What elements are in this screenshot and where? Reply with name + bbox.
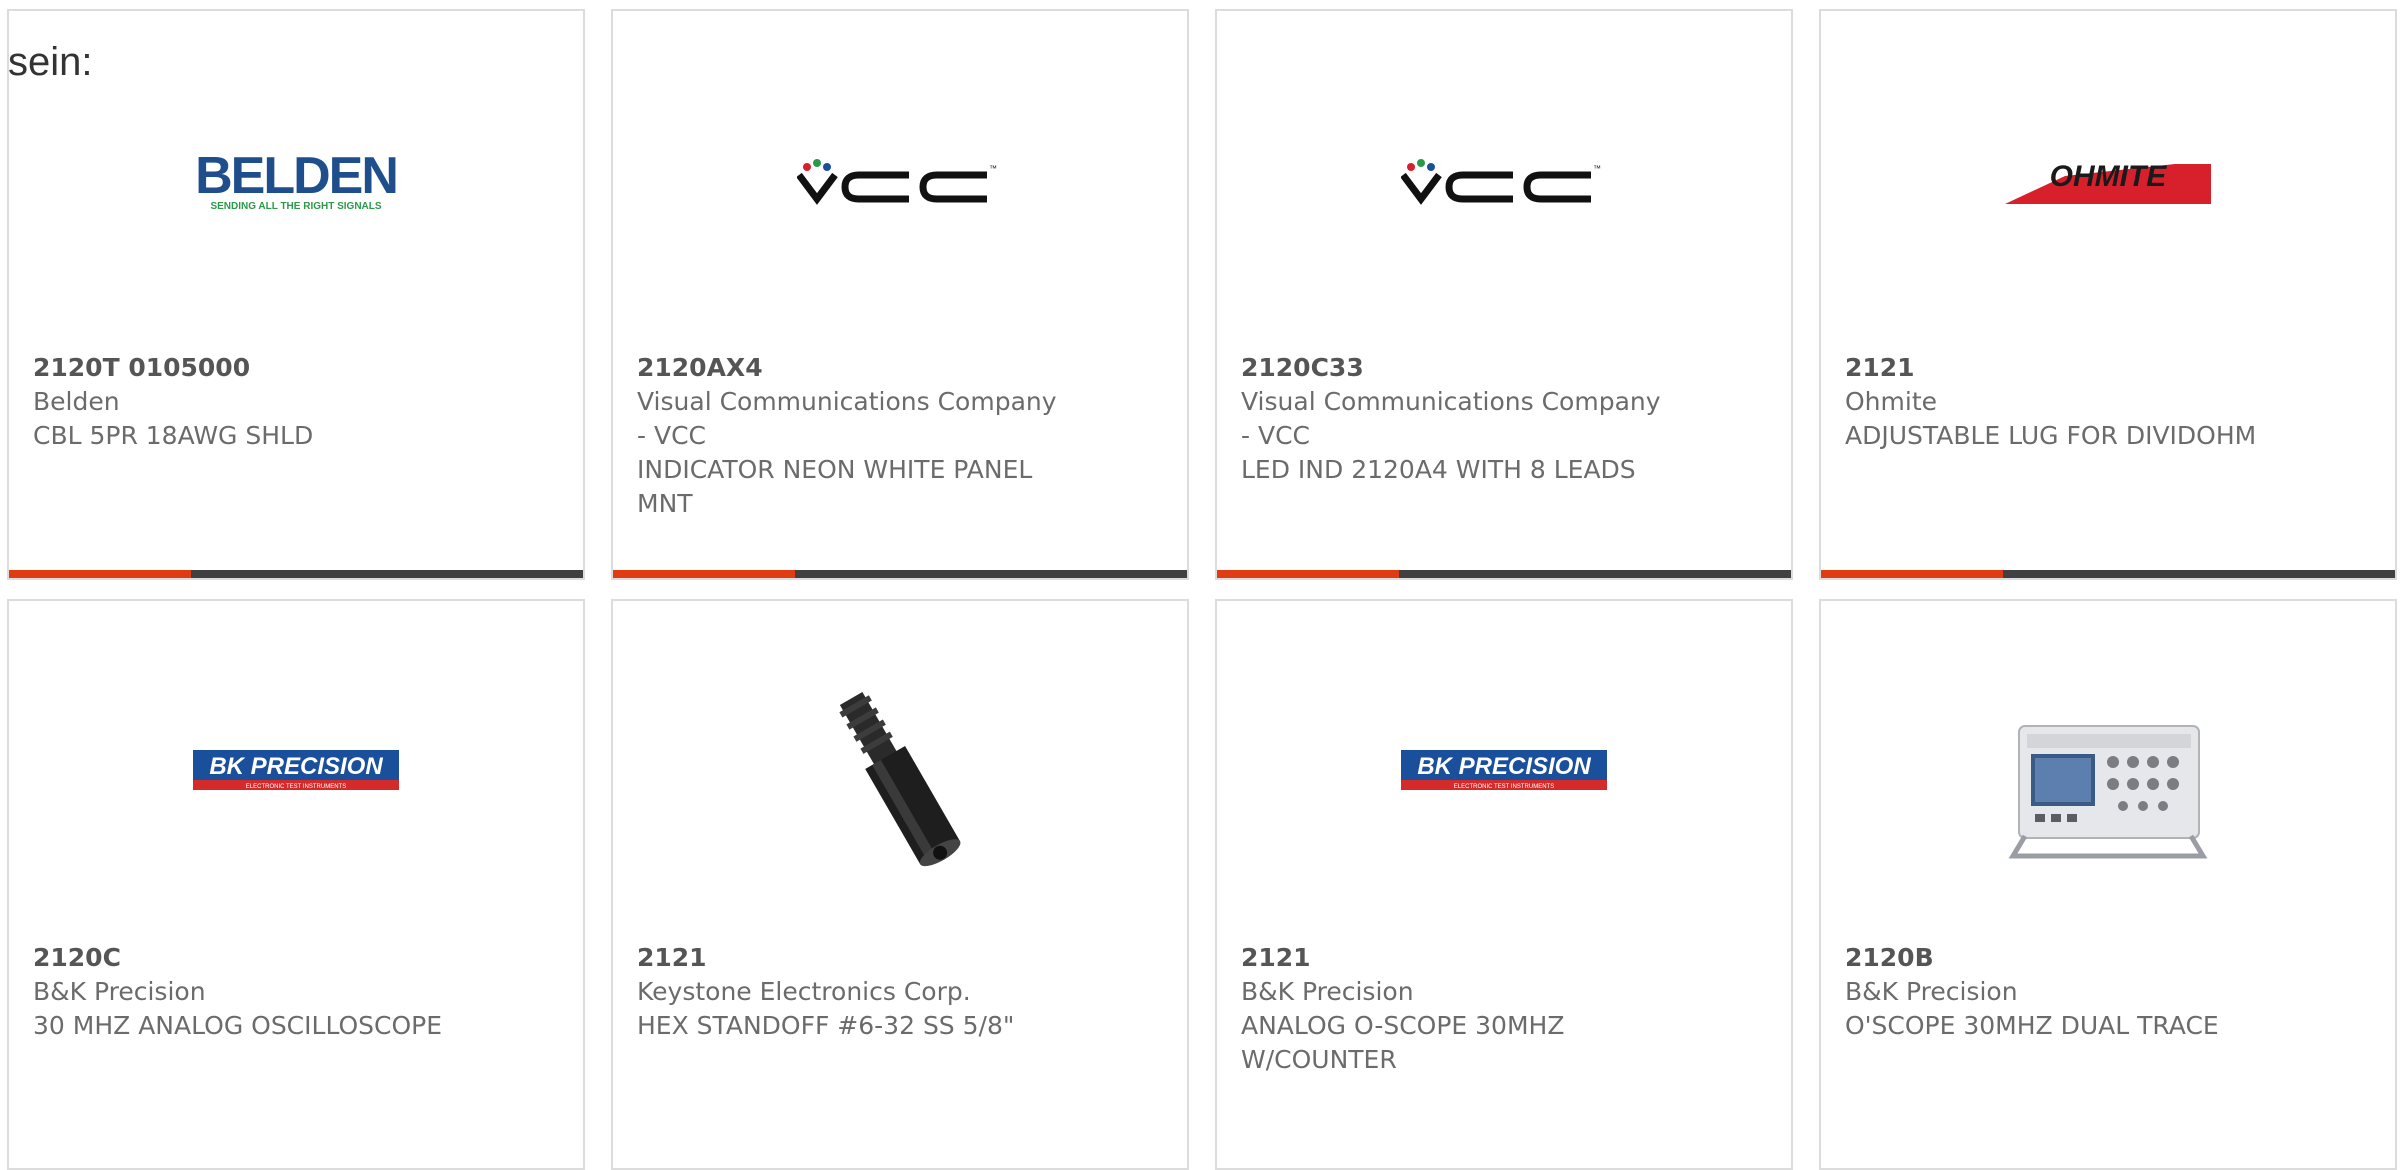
manufacturer: B&K Precision [1845,977,2018,1006]
product-card[interactable]: ™ 2120AX4 Visual Communications Company … [611,9,1189,580]
belden-logo-text: BELDEN [195,149,397,205]
card-bar-accent [1821,570,2003,578]
ohmite-logo-text: OHMITE [2050,160,2168,193]
product-card[interactable]: sein: BELDEN SENDING ALL THE RIGHT SIGNA… [7,9,585,580]
description: ANALOG O-SCOPE 30MHZ W/COUNTER [1241,1011,1565,1074]
hex-standoff-image [797,676,1003,880]
manufacturer: Visual Communications Company - VCC [1241,387,1661,450]
description: LED IND 2120A4 WITH 8 LEADS [1241,455,1636,484]
description: 30 MHZ ANALOG OSCILLOSCOPE [33,1011,443,1040]
svg-text:™: ™ [1593,164,1601,173]
product-text: 2120B B&K Precision O'SCOPE 30MHZ DUAL T… [1845,941,2275,1043]
bk-logo-tagline: ELECTRONIC TEST INSTRUMENTS [1454,784,1554,790]
product-text: 2121 Keystone Electronics Corp. HEX STAN… [637,941,1067,1043]
part-number[interactable]: 2121 [1845,353,1915,382]
part-number[interactable]: 2120T 0105000 [33,353,250,382]
product-card[interactable]: ™ 2120C33 Visual Communications Company … [1215,9,1793,580]
card-bar [1821,570,2395,578]
description: ADJUSTABLE LUG FOR DIVIDOHM [1845,421,2257,450]
card-bar [613,570,1187,578]
manufacturer: Keystone Electronics Corp. [637,977,971,1006]
part-number[interactable]: 2120AX4 [637,353,763,382]
product-card[interactable]: 2120B B&K Precision O'SCOPE 30MHZ DUAL T… [1819,599,2397,1170]
manufacturer: Belden [33,387,120,416]
product-text: 2121 Ohmite ADJUSTABLE LUG FOR DIVIDOHM [1845,351,2275,453]
description: INDICATOR NEON WHITE PANEL MNT [637,455,1033,518]
product-text: 2120AX4 Visual Communications Company - … [637,351,1067,521]
vcc-logo: ™ [796,157,1003,211]
part-number[interactable]: 2121 [637,943,707,972]
product-card[interactable]: BK PRECISION ELECTRONIC TEST INSTRUMENTS… [7,599,585,1170]
bk-logo-tagline: ELECTRONIC TEST INSTRUMENTS [246,784,346,790]
card-bar-accent [613,570,795,578]
product-text: 2120C33 Visual Communications Company - … [1241,351,1671,487]
bk-logo-text: BK PRECISION [209,753,383,780]
product-card[interactable]: BK PRECISION ELECTRONIC TEST INSTRUMENTS… [1215,599,1793,1170]
product-text: 2120T 0105000 Belden CBL 5PR 18AWG SHLD [33,351,463,453]
product-text: 2121 B&K Precision ANALOG O-SCOPE 30MHZ … [1241,941,1671,1077]
part-number[interactable]: 2120C [33,943,121,972]
part-number[interactable]: 2121 [1241,943,1311,972]
description: O'SCOPE 30MHZ DUAL TRACE [1845,1011,2219,1040]
ohmite-logo: OHMITE [2005,154,2211,214]
belden-logo: BELDEN SENDING ALL THE RIGHT SIGNALS [193,147,399,217]
intro-text: sein: [8,40,93,84]
manufacturer: Visual Communications Company - VCC [637,387,1057,450]
bk-precision-logo: BK PRECISION ELECTRONIC TEST INSTRUMENTS [1401,750,1607,796]
card-bar-accent [1217,570,1399,578]
part-number[interactable]: 2120B [1845,943,1934,972]
card-bar [1217,570,1791,578]
bk-precision-logo: BK PRECISION ELECTRONIC TEST INSTRUMENTS [193,750,399,796]
belden-logo-tagline: SENDING ALL THE RIGHT SIGNALS [210,201,381,212]
product-card[interactable]: 2121 Keystone Electronics Corp. HEX STAN… [611,599,1189,1170]
bk-logo-text: BK PRECISION [1417,753,1591,780]
product-grid: sein: BELDEN SENDING ALL THE RIGHT SIGNA… [0,0,2400,1170]
card-bar-accent [9,570,191,578]
description: CBL 5PR 18AWG SHLD [33,421,314,450]
vcc-logo: ™ [1400,157,1607,211]
product-text: 2120C B&K Precision 30 MHZ ANALOG OSCILL… [33,941,463,1043]
svg-text:™: ™ [989,164,997,173]
manufacturer: Ohmite [1845,387,1938,416]
manufacturer: B&K Precision [33,977,206,1006]
oscilloscope-image [2005,696,2211,870]
manufacturer: B&K Precision [1241,977,1414,1006]
product-card[interactable]: OHMITE 2121 Ohmite ADJUSTABLE LUG FOR DI… [1819,9,2397,580]
card-bar [9,570,583,578]
part-number[interactable]: 2120C33 [1241,353,1364,382]
description: HEX STANDOFF #6-32 SS 5/8" [637,1011,1015,1040]
